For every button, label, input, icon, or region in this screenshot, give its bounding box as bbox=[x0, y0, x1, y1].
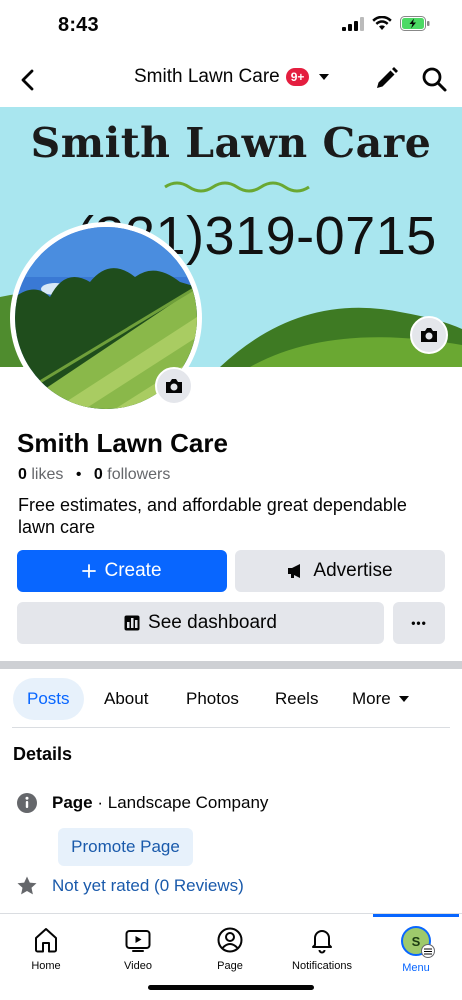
nav-header: Smith Lawn Care 9+ bbox=[0, 56, 462, 106]
nav-menu[interactable]: S Menu bbox=[370, 926, 462, 974]
nav-video-label: Video bbox=[124, 960, 152, 972]
advertise-button-label: Advertise bbox=[313, 560, 393, 581]
cover-title-text: Smith Lawn Care bbox=[30, 119, 432, 167]
nav-menu-label: Menu bbox=[402, 962, 430, 974]
page-category-row: Page · Landscape Company bbox=[16, 792, 268, 814]
page-name: Smith Lawn Care bbox=[17, 428, 228, 458]
home-icon bbox=[35, 928, 57, 953]
wifi-icon bbox=[372, 16, 392, 30]
nav-notifications-label: Notifications bbox=[292, 960, 352, 972]
tab-about-label: About bbox=[104, 689, 149, 708]
page-bio: Free estimates, and affordable great dep… bbox=[18, 495, 407, 537]
page-category-value: · Landscape Company bbox=[92, 793, 269, 812]
tab-reels-label: Reels bbox=[275, 689, 319, 708]
promote-page-button[interactable]: Promote Page bbox=[58, 828, 193, 866]
rating-link[interactable]: Not yet rated (0 Reviews) bbox=[52, 876, 244, 896]
pencil-icon bbox=[377, 67, 398, 88]
menu-avatar: S bbox=[401, 926, 435, 958]
chevron-down-icon bbox=[319, 74, 330, 80]
tab-more-label: More bbox=[352, 689, 391, 708]
create-button[interactable]: Create bbox=[17, 550, 227, 592]
see-dashboard-button[interactable]: See dashboard bbox=[17, 602, 384, 644]
battery-icon bbox=[400, 16, 430, 31]
page-category-text: Page · Landscape Company bbox=[52, 793, 268, 813]
info-icon bbox=[17, 793, 37, 813]
details-heading: Details bbox=[13, 744, 73, 764]
tab-posts[interactable]: Posts bbox=[13, 678, 84, 720]
notification-badge: 9+ bbox=[285, 68, 310, 86]
chevron-down-icon bbox=[398, 696, 409, 702]
back-arrow-icon bbox=[21, 69, 34, 91]
header-title: Smith Lawn Care bbox=[134, 66, 280, 87]
tab-posts-label: Posts bbox=[27, 689, 70, 708]
menu-lines-icon bbox=[421, 944, 435, 958]
bell-icon bbox=[312, 930, 332, 954]
tabs-divider bbox=[12, 727, 450, 728]
likes-label[interactable]: likes bbox=[31, 466, 63, 483]
nav-notifications[interactable]: Notifications bbox=[276, 926, 368, 972]
page-type-label: Page bbox=[52, 793, 93, 812]
likes-count: 0 bbox=[18, 466, 27, 483]
dashboard-icon bbox=[124, 615, 140, 631]
back-button[interactable] bbox=[14, 66, 42, 94]
camera-icon bbox=[166, 379, 182, 393]
page-stats: 0 likes • 0 followers bbox=[18, 466, 170, 484]
separator-dot: • bbox=[75, 466, 82, 483]
profile-tabs: Posts About Photos Reels More bbox=[0, 678, 462, 722]
tab-photos-label: Photos bbox=[186, 689, 239, 708]
nav-page[interactable]: Page bbox=[184, 926, 276, 972]
menu-avatar-letter: S bbox=[411, 933, 421, 949]
nav-video[interactable]: Video bbox=[92, 926, 184, 972]
nav-home-label: Home bbox=[31, 960, 61, 972]
active-tab-indicator bbox=[373, 914, 459, 917]
tab-photos[interactable]: Photos bbox=[186, 678, 239, 720]
search-button[interactable] bbox=[420, 65, 448, 93]
nav-home[interactable]: Home bbox=[0, 926, 92, 972]
section-divider bbox=[0, 661, 462, 669]
status-icons bbox=[342, 16, 430, 31]
create-button-label: Create bbox=[104, 560, 162, 581]
home-indicator bbox=[148, 985, 314, 990]
tab-reels[interactable]: Reels bbox=[275, 678, 318, 720]
rating-row: Not yet rated (0 Reviews) bbox=[16, 875, 244, 897]
followers-count: 0 bbox=[93, 466, 103, 483]
star-icon bbox=[17, 876, 37, 895]
more-options-button[interactable]: ••• bbox=[393, 602, 445, 644]
video-icon bbox=[125, 930, 151, 952]
see-dashboard-label: See dashboard bbox=[148, 612, 277, 633]
profile-camera-button[interactable] bbox=[155, 367, 193, 405]
status-bar: 8:43 bbox=[0, 0, 462, 56]
advertise-button[interactable]: Advertise bbox=[235, 550, 445, 592]
search-icon bbox=[422, 67, 447, 92]
page-switcher[interactable]: Smith Lawn Care 9+ bbox=[134, 66, 330, 88]
edit-button[interactable] bbox=[372, 65, 400, 93]
nav-page-label: Page bbox=[217, 960, 243, 972]
cover-camera-button[interactable] bbox=[410, 316, 448, 354]
status-time: 8:43 bbox=[58, 14, 99, 36]
tab-about[interactable]: About bbox=[104, 678, 148, 720]
megaphone-icon bbox=[288, 564, 301, 578]
followers-label[interactable]: followers bbox=[107, 466, 170, 483]
signal-icon bbox=[342, 16, 364, 31]
page-icon bbox=[217, 927, 243, 953]
more-dots-icon: ••• bbox=[411, 616, 427, 630]
promote-page-label: Promote Page bbox=[71, 837, 180, 856]
tab-more[interactable]: More bbox=[352, 678, 409, 720]
camera-icon bbox=[421, 328, 437, 342]
plus-icon bbox=[82, 564, 97, 578]
